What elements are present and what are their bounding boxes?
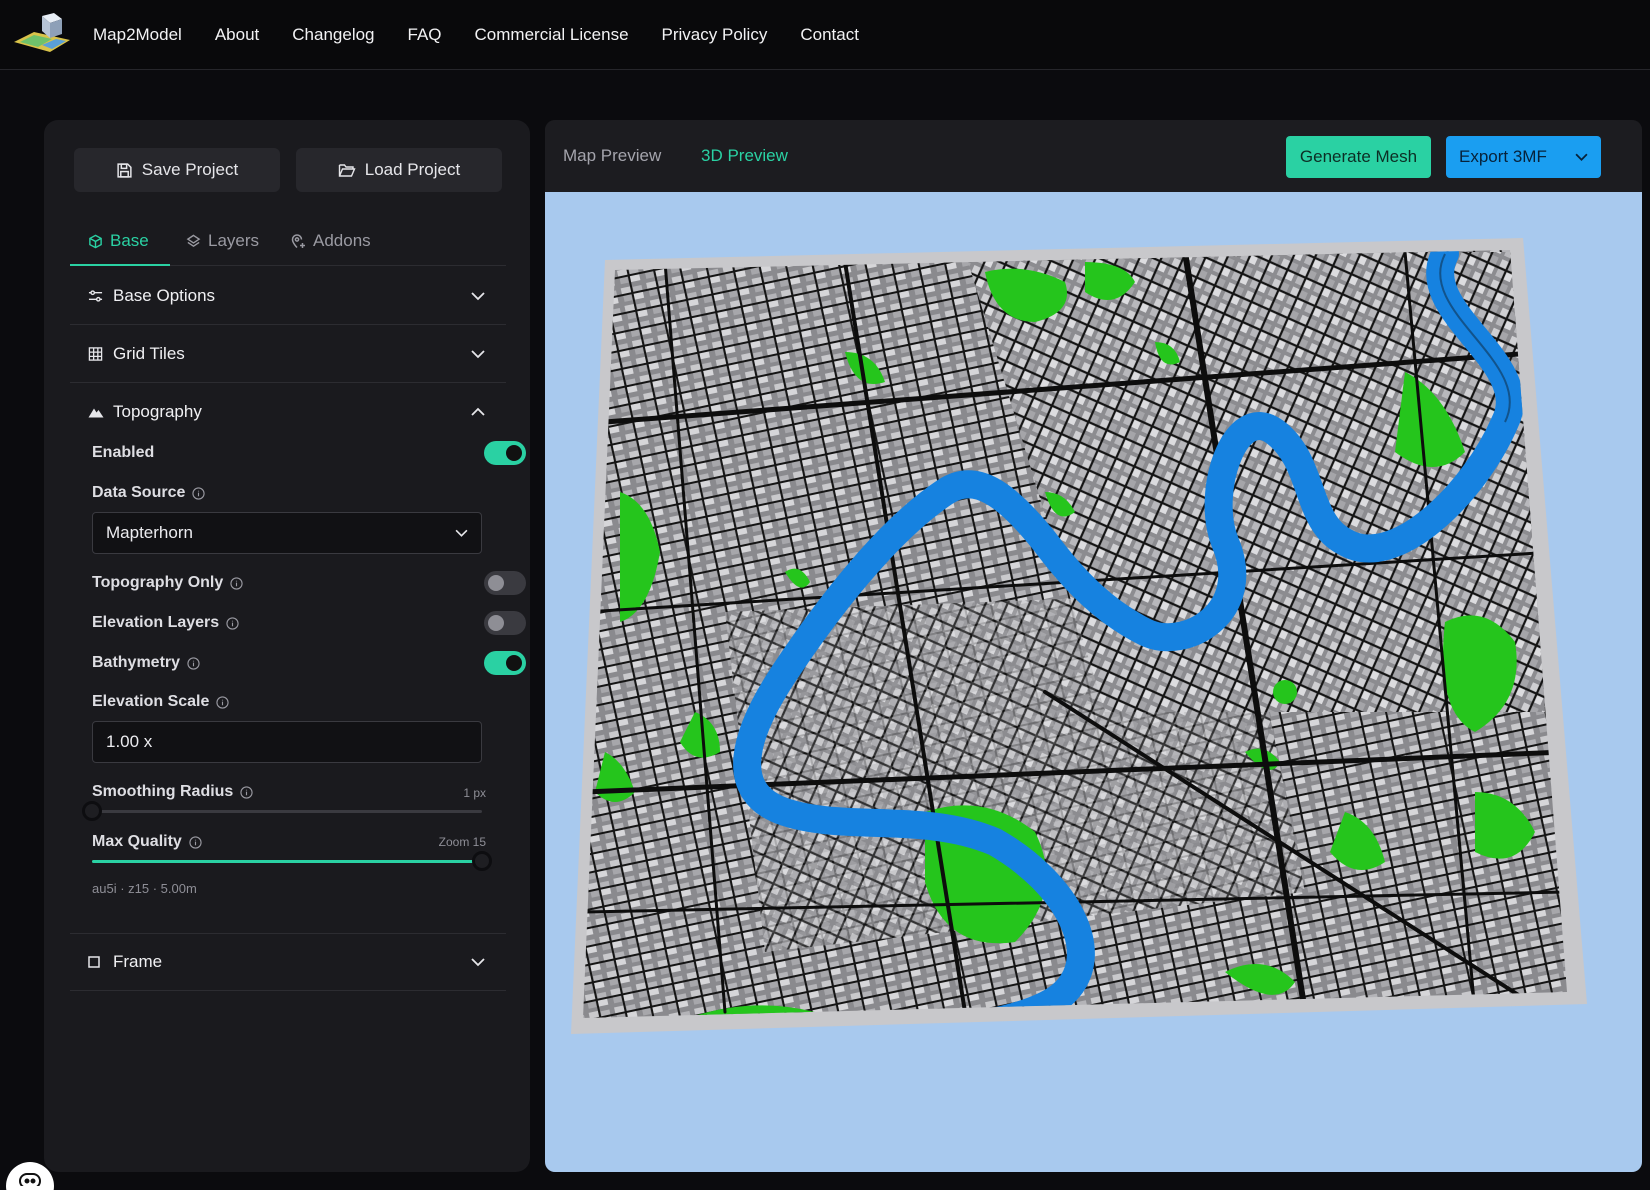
max-quality-slider[interactable]	[92, 851, 492, 871]
save-project-label: Save Project	[141, 160, 239, 179]
section-base-options-label: Base Options	[113, 285, 216, 305]
info-icon[interactable]	[192, 486, 206, 500]
nav-link-privacy-policy[interactable]: Privacy Policy	[662, 25, 768, 45]
load-project-label: Load Project	[364, 160, 461, 179]
info-icon[interactable]	[187, 656, 200, 670]
3d-map-model[interactable]	[545, 192, 1642, 1172]
nav-link-changelog[interactable]: Changelog	[292, 25, 374, 45]
elevation-scale-value: 1.00 x	[106, 732, 153, 751]
cube-icon	[89, 234, 102, 248]
section-frame-label: Frame	[113, 952, 163, 971]
tab-addons-label: Addons	[313, 231, 371, 250]
tab-layers[interactable]: Layers	[186, 216, 259, 266]
chevron-down-icon	[471, 349, 485, 358]
nav-link-faq[interactable]: FAQ	[408, 25, 442, 45]
map-cube-logo-icon[interactable]	[12, 12, 72, 56]
bathymetry-label: Bathymetry	[92, 654, 200, 672]
generate-mesh-button[interactable]: Generate Mesh	[1286, 136, 1431, 178]
chevron-up-icon	[471, 407, 485, 416]
toggle-knob	[506, 445, 522, 461]
folder-open-icon	[338, 164, 356, 177]
save-project-button[interactable]: Save Project	[74, 148, 280, 192]
top-navigation: Map2Model About Changelog FAQ Commercial…	[0, 0, 1650, 70]
tab-layers-label: Layers	[208, 231, 260, 250]
smoothing-radius-label-text: Smoothing Radius	[92, 783, 234, 800]
tab-base-label: Base	[110, 231, 149, 250]
nav-link-commercial-license[interactable]: Commercial License	[475, 25, 629, 45]
toggle-knob	[488, 615, 504, 631]
data-source-label-text: Data Source	[92, 484, 186, 501]
bathymetry-label-text: Bathymetry	[92, 654, 181, 671]
elevation-scale-label-text: Elevation Scale	[92, 693, 210, 710]
smoothing-radius-slider[interactable]	[82, 801, 482, 821]
preview-panel: Map Preview 3D Preview Generate Mesh Exp…	[545, 120, 1642, 1172]
info-icon[interactable]	[230, 576, 243, 590]
slider-thumb[interactable]	[82, 801, 102, 821]
mountain-icon	[88, 408, 104, 418]
nav-link-about[interactable]: About	[215, 25, 259, 45]
topography-only-label: Topography Only	[92, 574, 243, 592]
slider-thumb[interactable]	[472, 851, 492, 871]
topography-only-toggle[interactable]	[484, 571, 526, 595]
section-topography[interactable]: Topography	[70, 383, 506, 441]
data-source-select[interactable]: Mapterhorn	[92, 512, 482, 554]
enabled-label: Enabled	[92, 444, 154, 462]
export-3mf-label: Export 3MF	[1459, 147, 1547, 166]
toggle-knob	[506, 655, 522, 671]
elevation-scale-label: Elevation Scale	[92, 693, 230, 711]
square-icon	[88, 956, 100, 968]
tab-3d-preview[interactable]: 3D Preview	[701, 120, 788, 192]
save-icon	[117, 162, 132, 178]
map-pin-plus-icon	[291, 234, 305, 249]
section-grid-tiles-label: Grid Tiles	[113, 343, 185, 363]
section-topography-label: Topography	[113, 402, 202, 421]
preview-toolbar: Map Preview 3D Preview Generate Mesh Exp…	[545, 120, 1642, 192]
toggle-knob	[488, 575, 504, 591]
chevron-down-icon[interactable]	[1574, 153, 1589, 162]
elevation-layers-label-text: Elevation Layers	[92, 614, 220, 631]
grid-icon	[88, 346, 103, 361]
nav-brand-link[interactable]: Map2Model	[93, 25, 182, 45]
chevron-down-icon	[471, 291, 485, 300]
tab-map-preview[interactable]: Map Preview	[563, 120, 661, 192]
enabled-toggle[interactable]	[484, 441, 526, 465]
export-3mf-button[interactable]: Export 3MF	[1446, 136, 1601, 178]
chevron-down-icon	[455, 529, 468, 537]
dataset-meta-text: au5i · z15 · 5.00m	[92, 881, 197, 896]
chevron-down-icon	[471, 958, 485, 967]
elevation-layers-label: Elevation Layers	[92, 614, 239, 632]
elevation-layers-toggle[interactable]	[484, 611, 526, 635]
section-frame[interactable]: Frame	[70, 933, 506, 991]
settings-panel: Save Project Load Project Base Layers Ad…	[44, 120, 530, 1172]
smoothing-radius-label: Smoothing Radius	[92, 783, 253, 801]
max-quality-label-text: Max Quality	[92, 833, 182, 850]
info-icon[interactable]	[189, 835, 202, 849]
data-source-label: Data Source	[92, 484, 206, 502]
info-icon[interactable]	[240, 785, 253, 799]
topography-only-label-text: Topography Only	[92, 574, 224, 591]
3d-viewport[interactable]	[545, 192, 1642, 1172]
tab-addons[interactable]: Addons	[290, 216, 371, 266]
slider-fill	[92, 860, 482, 863]
bathymetry-toggle[interactable]	[484, 651, 526, 675]
settings-tabs: Base Layers Addons	[70, 216, 506, 266]
enabled-label-text: Enabled	[92, 444, 155, 461]
smoothing-radius-value: 1 px	[463, 786, 486, 800]
max-quality-label: Max Quality	[92, 833, 202, 851]
sliders-icon	[88, 289, 103, 302]
chat-bubble-icon	[19, 1173, 41, 1186]
load-project-button[interactable]: Load Project	[296, 148, 502, 192]
info-icon[interactable]	[226, 616, 239, 630]
data-source-value: Mapterhorn	[106, 523, 193, 542]
slider-track	[92, 810, 482, 813]
info-icon[interactable]	[216, 695, 230, 709]
layers-icon	[186, 234, 201, 247]
elevation-scale-input[interactable]: 1.00 x	[92, 721, 482, 763]
active-tab-indicator	[70, 264, 170, 266]
section-grid-tiles[interactable]: Grid Tiles	[70, 325, 506, 383]
section-base-options[interactable]: Base Options	[70, 267, 506, 325]
max-quality-value: Zoom 15	[438, 835, 486, 849]
nav-link-contact[interactable]: Contact	[800, 25, 859, 45]
tab-base[interactable]: Base	[88, 216, 149, 266]
